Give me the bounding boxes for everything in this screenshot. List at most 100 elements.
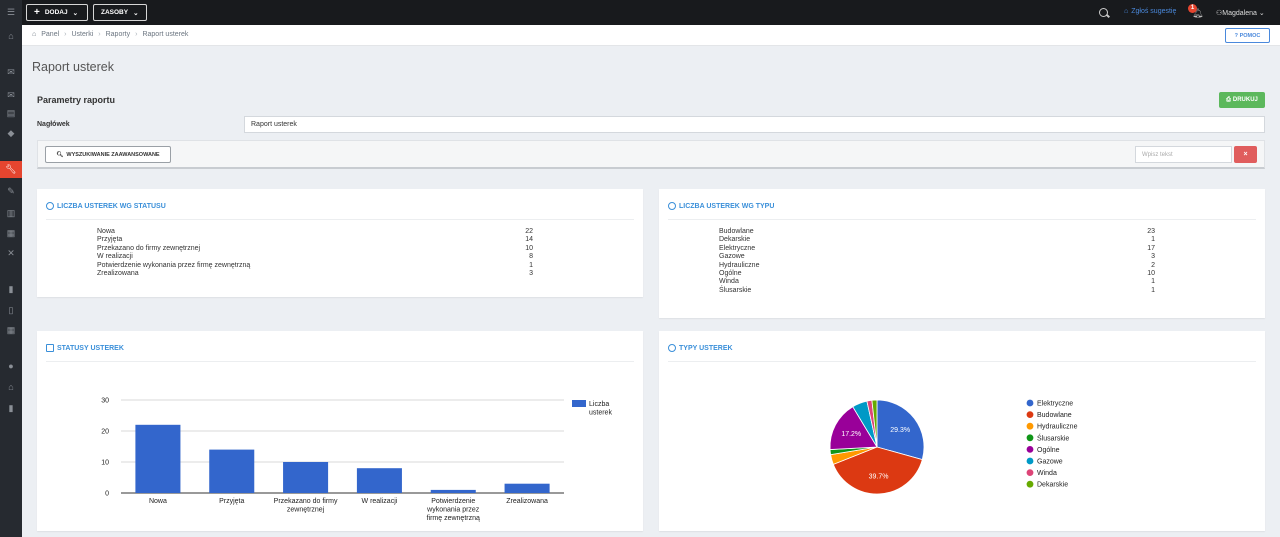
- mail-icon[interactable]: ✉: [5, 66, 17, 78]
- user-menu[interactable]: ⚇Magdalena ⌄: [1216, 9, 1265, 17]
- list-item-value: 10: [1147, 270, 1155, 277]
- y-tick-label: 30: [101, 398, 109, 405]
- type-pie-chart: 29.3% 39.7% 17.2% Elektryczne Budowlane Hydra…: [829, 399, 1078, 495]
- legend-label: Ślusarskie: [1037, 433, 1069, 442]
- document-icon[interactable]: ▮: [5, 283, 17, 295]
- clear-button[interactable]: ×: [1234, 146, 1257, 163]
- breadcrumb-panel[interactable]: Panel: [41, 31, 59, 38]
- chevron-down-icon: ⌄: [133, 9, 139, 17]
- list-item-value: 10: [525, 244, 533, 252]
- breadcrumb-usterki[interactable]: Usterki: [71, 31, 93, 38]
- file-icon[interactable]: ▯: [5, 304, 17, 316]
- legend-label: usterek: [589, 410, 612, 417]
- advanced-search-button[interactable]: 🔍︎ WYSZUKIWANIE ZAAWANSOWANE: [45, 146, 171, 163]
- x-tick-label: zewnętrznej: [287, 507, 325, 514]
- list-item-label: Przyjęta: [97, 236, 123, 244]
- breadcrumb-raporty[interactable]: Raporty: [106, 31, 131, 38]
- envelope-icon[interactable]: ✉: [5, 89, 17, 101]
- breadcrumb-current: Raport usterek: [142, 31, 189, 38]
- type-count-card: LICZBA USTEREK WG TYPU Budowlane 23 Dekars…: [659, 189, 1265, 318]
- tag-icon[interactable]: ◆: [5, 127, 17, 139]
- list-item-value: 1: [529, 261, 533, 269]
- status-card-title-text: LICZBA USTEREK WG STATUSU: [57, 202, 166, 210]
- breadcrumb: ⌂ Panel › Usterki › Raporty › Raport ust…: [32, 31, 188, 38]
- add-dropdown-button[interactable]: + DODAJ ⌄: [26, 4, 88, 21]
- home-icon[interactable]: ⌂: [32, 31, 36, 38]
- bar: [209, 449, 255, 493]
- chevron-right-icon: ›: [135, 31, 138, 38]
- x-tick-label: Przekazano do firmy: [274, 498, 338, 505]
- page-title: Raport usterek: [32, 60, 114, 74]
- circle-icon: [46, 202, 54, 210]
- header-label: Nagłówek: [37, 121, 70, 128]
- bar: [135, 424, 181, 493]
- bar: [504, 483, 550, 493]
- x-tick-label: Nowa: [149, 498, 167, 505]
- wrench-icon[interactable]: 🔧︎: [0, 161, 22, 178]
- add-label: DODAJ: [44, 9, 68, 16]
- bar: [430, 489, 476, 493]
- list-item-value: 1: [1151, 236, 1155, 244]
- list-item-value: 22: [525, 228, 533, 235]
- suggest-icon: ⌂: [1124, 8, 1129, 15]
- tools-icon[interactable]: ✎: [5, 185, 17, 197]
- advanced-search-label: WYSZUKIWANIE ZAAWANSOWANE: [66, 151, 160, 158]
- help-button[interactable]: ? POMOC: [1225, 28, 1270, 43]
- calendar-icon[interactable]: ▦: [5, 227, 17, 239]
- y-tick-label: 20: [101, 429, 109, 436]
- list-item-label: Dekarskie: [719, 236, 751, 244]
- bar: [283, 462, 329, 493]
- print-button[interactable]: ⎙ DRUKUJ: [1219, 92, 1265, 108]
- legend-label: Liczba: [589, 401, 609, 408]
- x-tick-label: W realizacji: [362, 498, 398, 505]
- y-tick-label: 10: [101, 460, 109, 467]
- list-item-label: Potwierdzenie wykonania przez firmę zewn…: [97, 261, 251, 269]
- legend-label: Gazowe: [1037, 459, 1063, 466]
- suggest-link[interactable]: ⌂ Zgłoś sugestię: [1124, 8, 1176, 15]
- divider: [46, 219, 634, 220]
- left-sidebar: ☰ ⌂ ✉ ✉ ▤ ◆ 🔧︎ ✎ ▥ ▦ ✕ ▮ ▯ ▦ ● ⌂ ▮: [0, 0, 22, 537]
- search-panel: 🔍︎ WYSZUKIWANIE ZAAWANSOWANE Wpisz tekst…: [37, 140, 1265, 169]
- menu-icon[interactable]: ☰: [5, 6, 17, 18]
- type-chart-card: TYPY USTEREK 29.3% 39.7% 17.2% Elektryczne B…: [659, 331, 1265, 531]
- bar: [356, 468, 402, 493]
- suggest-label: Zgłoś sugestię: [1131, 8, 1177, 15]
- chevron-down-icon: ⌄: [1258, 10, 1265, 17]
- list-item-value: 17: [1147, 244, 1155, 252]
- legend-swatch: [1026, 457, 1034, 465]
- list-item-label: Przekazano do firmy zewnętrznej: [97, 244, 201, 252]
- resources-dropdown-button[interactable]: ZASOBY ⌄: [93, 4, 147, 21]
- legend-swatch: [1026, 434, 1034, 442]
- list-item-value: 23: [1147, 228, 1155, 235]
- x-tick-label: wykonania przez: [426, 507, 480, 514]
- y-tick-label: 0: [105, 491, 109, 498]
- table-icon[interactable]: ▦: [5, 324, 17, 336]
- chart-icon[interactable]: ▥: [5, 207, 17, 219]
- search-icon[interactable]: [1099, 8, 1108, 17]
- list-item-label: Gazowe: [719, 253, 745, 261]
- chevron-right-icon: ›: [98, 31, 101, 38]
- list-icon[interactable]: ▤: [5, 107, 17, 119]
- header-input[interactable]: Raport usterek: [244, 116, 1265, 133]
- plus-icon: +: [34, 6, 40, 18]
- top-navbar: + DODAJ ⌄ ZASOBY ⌄ ⌂ Zgłoś sugestię 🔔︎ 1…: [0, 0, 1280, 25]
- legend-swatch: [1026, 411, 1034, 418]
- person-icon[interactable]: ●: [5, 360, 17, 372]
- list-item-value: 14: [525, 236, 533, 244]
- search-icon: 🔍︎: [56, 151, 64, 158]
- list-item-label: Budowlane: [719, 228, 754, 235]
- bank-icon[interactable]: ⌂: [5, 381, 17, 393]
- chevron-down-icon: ⌄: [72, 9, 79, 17]
- slice-label: 29.3%: [890, 427, 910, 434]
- status-count-card: LICZBA USTEREK WG STATUSU Nowa 22 Przyjęta…: [37, 189, 643, 297]
- home-icon[interactable]: ⌂: [5, 30, 17, 42]
- list-item-label: Nowa: [97, 228, 115, 235]
- legend-swatch: [1026, 422, 1034, 430]
- settings-icon[interactable]: ✕: [5, 247, 17, 259]
- building-icon[interactable]: ▮: [5, 402, 17, 414]
- report-params-title: Parametry raportu: [37, 95, 116, 105]
- legend-label: Hydrauliczne: [1037, 424, 1078, 431]
- list-item-label: Elektryczne: [719, 244, 756, 252]
- search-input[interactable]: Wpisz tekst: [1135, 146, 1232, 163]
- slice-label: 17.2%: [841, 431, 861, 438]
